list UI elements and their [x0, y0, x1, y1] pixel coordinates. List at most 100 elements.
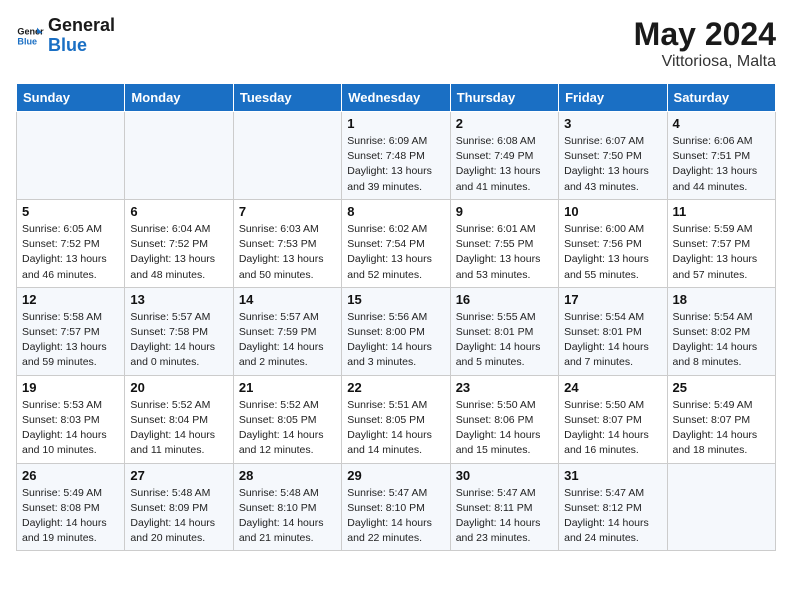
calendar-cell: [667, 463, 775, 551]
day-number: 13: [130, 292, 227, 307]
weekday-header-tuesday: Tuesday: [233, 84, 341, 112]
calendar-cell: [233, 112, 341, 200]
day-info: Sunrise: 5:55 AMSunset: 8:01 PMDaylight:…: [456, 310, 553, 371]
calendar-cell: 6 Sunrise: 6:04 AMSunset: 7:52 PMDaylight…: [125, 199, 233, 287]
logo: General Blue General Blue: [16, 16, 115, 56]
calendar-cell: 31Sunrise: 5:47 AMSunset: 8:12 PMDayligh…: [559, 463, 667, 551]
day-info: Sunrise: 5:47 AMSunset: 8:11 PMDaylight:…: [456, 486, 553, 547]
day-number: 23: [456, 380, 553, 395]
calendar-week-row: 26 Sunrise: 5:49 AMSunset: 8:08 PMDayligh…: [17, 463, 776, 551]
day-number: 4: [673, 116, 770, 131]
calendar-cell: 23 Sunrise: 5:50 AMSunset: 8:06 PMDayligh…: [450, 375, 558, 463]
weekday-header-sunday: Sunday: [17, 84, 125, 112]
calendar-cell: 8Sunrise: 6:02 AMSunset: 7:54 PMDaylight…: [342, 199, 450, 287]
day-info: Sunrise: 6:07 AMSunset: 7:50 PMDaylight:…: [564, 134, 661, 195]
day-number: 15: [347, 292, 444, 307]
page-header: General Blue General Blue May 2024 Vitto…: [16, 16, 776, 71]
day-number: 1: [347, 116, 444, 131]
logo-general-text: General: [48, 16, 115, 36]
day-info: Sunrise: 6:06 AMSunset: 7:51 PMDaylight:…: [673, 134, 770, 195]
day-number: 9: [456, 204, 553, 219]
day-info: Sunrise: 5:53 AMSunset: 8:03 PMDaylight:…: [22, 398, 119, 459]
calendar-week-row: 1 Sunrise: 6:09 AMSunset: 7:48 PMDaylight…: [17, 112, 776, 200]
calendar-cell: 19 Sunrise: 5:53 AMSunset: 8:03 PMDayligh…: [17, 375, 125, 463]
calendar-cell: [17, 112, 125, 200]
calendar-cell: 26 Sunrise: 5:49 AMSunset: 8:08 PMDayligh…: [17, 463, 125, 551]
day-info: Sunrise: 5:50 AMSunset: 8:06 PMDaylight:…: [456, 398, 553, 459]
calendar-cell: 25Sunrise: 5:49 AMSunset: 8:07 PMDayligh…: [667, 375, 775, 463]
day-number: 5: [22, 204, 119, 219]
day-info: Sunrise: 5:58 AMSunset: 7:57 PMDaylight:…: [22, 310, 119, 371]
calendar-table: SundayMondayTuesdayWednesdayThursdayFrid…: [16, 83, 776, 551]
calendar-cell: 3Sunrise: 6:07 AMSunset: 7:50 PMDaylight…: [559, 112, 667, 200]
location-subtitle: Vittoriosa, Malta: [634, 53, 776, 71]
day-number: 14: [239, 292, 336, 307]
day-number: 28: [239, 468, 336, 483]
day-info: Sunrise: 5:57 AMSunset: 7:59 PMDaylight:…: [239, 310, 336, 371]
day-info: Sunrise: 6:02 AMSunset: 7:54 PMDaylight:…: [347, 222, 444, 283]
day-number: 12: [22, 292, 119, 307]
day-number: 26: [22, 468, 119, 483]
title-block: May 2024 Vittoriosa, Malta: [634, 16, 776, 71]
day-number: 17: [564, 292, 661, 307]
day-info: Sunrise: 5:54 AMSunset: 8:01 PMDaylight:…: [564, 310, 661, 371]
day-number: 11: [673, 204, 770, 219]
calendar-cell: 16 Sunrise: 5:55 AMSunset: 8:01 PMDayligh…: [450, 287, 558, 375]
day-info: Sunrise: 5:51 AMSunset: 8:05 PMDaylight:…: [347, 398, 444, 459]
day-info: Sunrise: 6:04 AMSunset: 7:52 PMDaylight:…: [130, 222, 227, 283]
day-number: 24: [564, 380, 661, 395]
day-number: 21: [239, 380, 336, 395]
day-number: 30: [456, 468, 553, 483]
day-info: Sunrise: 5:49 AMSunset: 8:08 PMDaylight:…: [22, 486, 119, 547]
logo-blue-text: Blue: [48, 36, 115, 56]
calendar-cell: 18 Sunrise: 5:54 AMSunset: 8:02 PMDayligh…: [667, 287, 775, 375]
calendar-week-row: 5 Sunrise: 6:05 AMSunset: 7:52 PMDaylight…: [17, 199, 776, 287]
day-number: 29: [347, 468, 444, 483]
calendar-cell: 14 Sunrise: 5:57 AMSunset: 7:59 PMDayligh…: [233, 287, 341, 375]
weekday-header-row: SundayMondayTuesdayWednesdayThursdayFrid…: [17, 84, 776, 112]
day-number: 18: [673, 292, 770, 307]
day-info: Sunrise: 5:48 AMSunset: 8:10 PMDaylight:…: [239, 486, 336, 547]
calendar-cell: 17 Sunrise: 5:54 AMSunset: 8:01 PMDayligh…: [559, 287, 667, 375]
calendar-cell: 27Sunrise: 5:48 AMSunset: 8:09 PMDayligh…: [125, 463, 233, 551]
day-number: 22: [347, 380, 444, 395]
calendar-cell: 10Sunrise: 6:00 AMSunset: 7:56 PMDayligh…: [559, 199, 667, 287]
logo-icon: General Blue: [16, 22, 44, 50]
day-number: 6: [130, 204, 227, 219]
month-year-title: May 2024: [634, 16, 776, 53]
day-info: Sunrise: 6:09 AMSunset: 7:48 PMDaylight:…: [347, 134, 444, 195]
day-info: Sunrise: 5:47 AMSunset: 8:12 PMDaylight:…: [564, 486, 661, 547]
calendar-cell: 30 Sunrise: 5:47 AMSunset: 8:11 PMDayligh…: [450, 463, 558, 551]
day-info: Sunrise: 5:54 AMSunset: 8:02 PMDaylight:…: [673, 310, 770, 371]
day-number: 16: [456, 292, 553, 307]
calendar-cell: 29 Sunrise: 5:47 AMSunset: 8:10 PMDayligh…: [342, 463, 450, 551]
svg-text:Blue: Blue: [17, 36, 37, 46]
day-number: 10: [564, 204, 661, 219]
day-info: Sunrise: 6:01 AMSunset: 7:55 PMDaylight:…: [456, 222, 553, 283]
day-number: 2: [456, 116, 553, 131]
weekday-header-saturday: Saturday: [667, 84, 775, 112]
calendar-cell: 4 Sunrise: 6:06 AMSunset: 7:51 PMDaylight…: [667, 112, 775, 200]
day-info: Sunrise: 5:52 AMSunset: 8:05 PMDaylight:…: [239, 398, 336, 459]
calendar-week-row: 12 Sunrise: 5:58 AMSunset: 7:57 PMDayligh…: [17, 287, 776, 375]
calendar-cell: 5 Sunrise: 6:05 AMSunset: 7:52 PMDaylight…: [17, 199, 125, 287]
day-info: Sunrise: 5:52 AMSunset: 8:04 PMDaylight:…: [130, 398, 227, 459]
calendar-cell: 2 Sunrise: 6:08 AMSunset: 7:49 PMDaylight…: [450, 112, 558, 200]
day-info: Sunrise: 5:56 AMSunset: 8:00 PMDaylight:…: [347, 310, 444, 371]
calendar-cell: 20Sunrise: 5:52 AMSunset: 8:04 PMDayligh…: [125, 375, 233, 463]
weekday-header-wednesday: Wednesday: [342, 84, 450, 112]
day-info: Sunrise: 5:59 AMSunset: 7:57 PMDaylight:…: [673, 222, 770, 283]
day-number: 7: [239, 204, 336, 219]
day-info: Sunrise: 6:05 AMSunset: 7:52 PMDaylight:…: [22, 222, 119, 283]
day-info: Sunrise: 6:08 AMSunset: 7:49 PMDaylight:…: [456, 134, 553, 195]
calendar-cell: 11 Sunrise: 5:59 AMSunset: 7:57 PMDayligh…: [667, 199, 775, 287]
day-info: Sunrise: 5:57 AMSunset: 7:58 PMDaylight:…: [130, 310, 227, 371]
calendar-cell: 1 Sunrise: 6:09 AMSunset: 7:48 PMDaylight…: [342, 112, 450, 200]
day-number: 19: [22, 380, 119, 395]
calendar-cell: [125, 112, 233, 200]
calendar-cell: 12 Sunrise: 5:58 AMSunset: 7:57 PMDayligh…: [17, 287, 125, 375]
weekday-header-monday: Monday: [125, 84, 233, 112]
day-info: Sunrise: 5:47 AMSunset: 8:10 PMDaylight:…: [347, 486, 444, 547]
calendar-cell: 21 Sunrise: 5:52 AMSunset: 8:05 PMDayligh…: [233, 375, 341, 463]
day-number: 27: [130, 468, 227, 483]
